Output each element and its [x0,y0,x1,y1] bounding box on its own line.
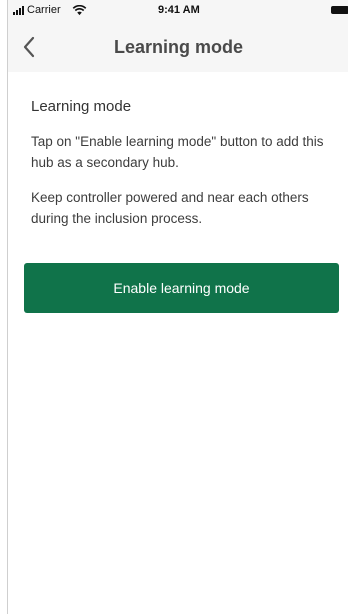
advice-text: Keep controller powered and near each ot… [31,190,309,226]
enable-learning-mode-button[interactable]: Enable learning mode [24,263,339,313]
page-title: Learning mode [113,37,243,57]
phone-screen: Carrier 9:41 AM Learning mode Learning m… [7,0,348,614]
navigation-bar: Learning mode [8,22,348,72]
signal-icon [13,5,24,15]
carrier-label: Carrier [27,4,61,16]
instruction-text: Tap on "Enable learning mode" button to … [31,134,324,170]
status-left: Carrier [13,4,87,16]
battery-icon [331,6,348,14]
wifi-icon [72,4,86,15]
status-time: 9:41 AM [158,4,200,16]
status-bar: Carrier 9:41 AM [8,0,348,22]
main-content: Learning mode Tap on "Enable learning mo… [31,98,336,243]
section-title: Learning mode [31,98,132,115]
